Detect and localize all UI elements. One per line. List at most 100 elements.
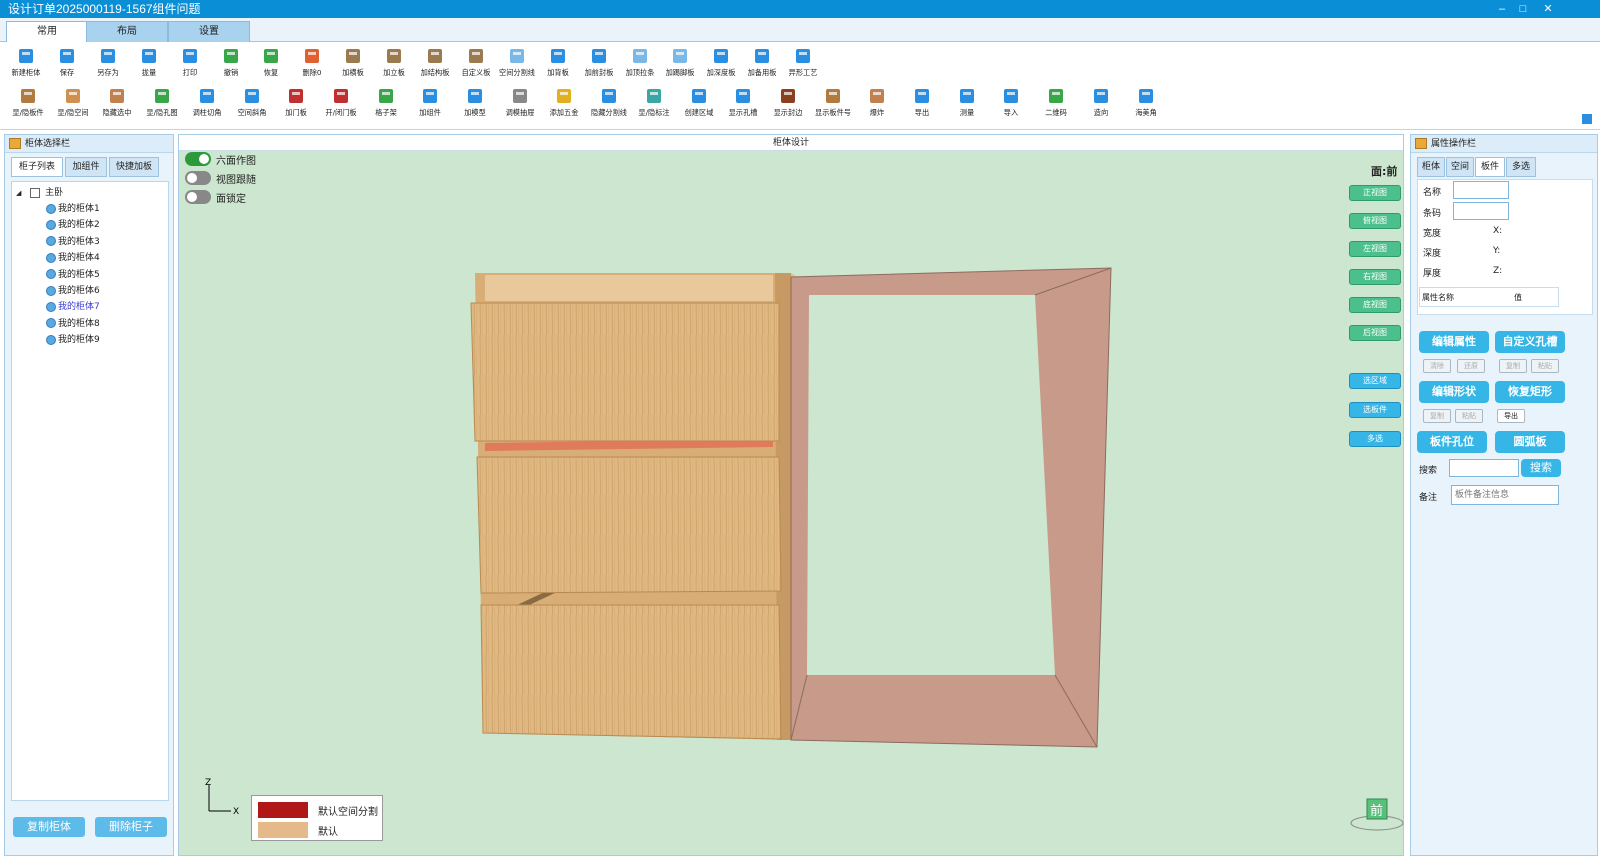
drawer-front-1[interactable] [470, 302, 780, 442]
tab-add-component[interactable]: 加组件 [65, 157, 107, 177]
tree-item-cabinet[interactable]: 我的柜体7 [46, 300, 100, 314]
toolbar-label: 显/隐空间 [57, 108, 89, 117]
search-button[interactable]: 搜索 [1521, 459, 1561, 477]
toolbar-button-create-area[interactable]: 创建区域 [676, 86, 722, 118]
toolbar-button-add-depth-board[interactable]: 加深度板 [698, 46, 744, 78]
cabinet-3d-model[interactable]: Z X 前 [179, 135, 1405, 857]
code-input[interactable] [1453, 202, 1509, 220]
maximize-button[interactable]: □ [1513, 0, 1533, 18]
paste-shape-button[interactable]: 粘贴 [1455, 409, 1483, 423]
tab-cabinet[interactable]: 柜体 [1417, 157, 1445, 177]
tab-cabinet-list[interactable]: 柜子列表 [11, 157, 63, 177]
toolbar-button-add-component[interactable]: 加组件 [407, 86, 453, 118]
custom-hole-slot-button[interactable]: 自定义孔槽 [1495, 331, 1565, 353]
search-input[interactable] [1449, 459, 1519, 477]
toolbar-button-measure[interactable]: 测量 [944, 86, 990, 118]
copy-attr-button[interactable]: 复制 [1499, 359, 1527, 373]
toolbar-button-save-as[interactable]: 另存为 [85, 46, 131, 78]
export-shape-button[interactable]: 导出 [1497, 409, 1525, 423]
toolbar-button-show-slot[interactable]: 显示孔槽 [720, 86, 766, 118]
toolbar-button-toggle-board[interactable]: 显/隐板件 [5, 86, 51, 118]
edit-attribute-button[interactable]: 编辑属性 [1419, 331, 1489, 353]
restore-rectangle-button[interactable]: 恢复矩形 [1495, 381, 1565, 403]
toolbar-button-qrcode-cloud[interactable]: 二维码 [1033, 86, 1079, 118]
tab-multi[interactable]: 多选 [1506, 157, 1536, 177]
toolbar-button-export[interactable]: 导出 [899, 86, 945, 118]
tree-item-cabinet[interactable]: 我的柜体6 [46, 284, 100, 298]
toolbar-button-add-vertical-board[interactable]: 加立板 [371, 46, 417, 78]
collapse-triangle-icon[interactable]: ◢ [16, 189, 21, 197]
tab-layout[interactable]: 布局 [86, 21, 168, 42]
cabinet-design-viewport[interactable]: 柜体设计 六面作图 视图跟随 面锁定 面:前 正视图 俯视图 左视图 右视图 底… [178, 134, 1404, 856]
tree-item-cabinet[interactable]: 我的柜体2 [46, 218, 100, 232]
tab-space[interactable]: 空间 [1446, 157, 1474, 177]
toolbar-button-hide-divider[interactable]: 隐藏分割线 [586, 86, 632, 118]
toolbar-button-add-top-strip[interactable]: 加顶拉条 [617, 46, 663, 78]
toolbar-button-add-back-board[interactable]: 加背板 [535, 46, 581, 78]
toolbar-button-add-structure-board[interactable]: 加结构板 [412, 46, 458, 78]
tab-board[interactable]: 板件 [1475, 157, 1505, 177]
tree-item-cabinet[interactable]: 我的柜体1 [46, 202, 100, 216]
toolbar-button-add-horizontal-board[interactable]: 加横板 [330, 46, 376, 78]
toggle-board-icon [5, 86, 51, 106]
toolbar-button-board-number[interactable]: 显示板件号 [810, 86, 856, 118]
toolbar-button-corner[interactable]: 海美角 [1123, 86, 1169, 118]
drawer-icon [497, 86, 543, 106]
toolbar-button-redo[interactable]: 恢复 [248, 46, 294, 78]
toolbar-button-toggle-space[interactable]: 显/隐空间 [50, 86, 96, 118]
toolbar-button-new-cabinet[interactable]: 新建柜体 [3, 46, 49, 78]
copy-cabinet-button[interactable]: 复制柜体 [13, 817, 85, 837]
tree-item-cabinet[interactable]: 我的柜体5 [46, 268, 100, 282]
toolbar-button-toggle-dimension[interactable]: 显/隐标注 [631, 86, 677, 118]
toolbar-button-add-spare-board[interactable]: 加备用板 [739, 46, 785, 78]
toolbar-button-add-door[interactable]: 加门板 [273, 86, 319, 118]
drawer-front-3[interactable] [480, 604, 782, 740]
note-input[interactable] [1451, 485, 1559, 505]
name-input[interactable] [1453, 181, 1509, 199]
tree-root[interactable]: ◢ 主卧 [16, 186, 63, 200]
tree-item-cabinet[interactable]: 我的柜体9 [46, 333, 100, 347]
arc-board-button[interactable]: 圆弧板 [1495, 431, 1565, 453]
toolbar-button-orientation[interactable]: 造向 [1078, 86, 1124, 118]
toolbar-button-show-edge[interactable]: 显示封边 [765, 86, 811, 118]
minimize-button[interactable]: – [1492, 0, 1512, 18]
toolbar-button-print[interactable]: 打印 [167, 46, 213, 78]
toolbar-button-custom-board[interactable]: 自定义板 [453, 46, 499, 78]
toolbar-button-column-cut[interactable]: 调柱切角 [184, 86, 230, 118]
clear-button[interactable]: 清除 [1423, 359, 1451, 373]
toolbar-button-save[interactable]: 保存 [44, 46, 90, 78]
edit-shape-button[interactable]: 编辑形状 [1419, 381, 1489, 403]
delete-cabinet-button[interactable]: 删除柜子 [95, 817, 167, 837]
close-button[interactable]: ✕ [1538, 0, 1558, 18]
toolbar-button-hide-selected[interactable]: 隐藏选中 [94, 86, 140, 118]
toolbar-button-explode[interactable]: 爆炸 [854, 86, 900, 118]
copy-shape-button[interactable]: 复制 [1423, 409, 1451, 423]
toolbar-button-add-model[interactable]: 加模型 [452, 86, 498, 118]
toolbar-button-import[interactable]: 导入 [988, 86, 1034, 118]
nav-cube-face-label[interactable]: 前 [1370, 803, 1383, 819]
toolbar-button-special-shape[interactable]: 异形工艺 [780, 46, 826, 78]
tree-item-cabinet[interactable]: 我的柜体3 [46, 235, 100, 249]
tab-quick-add-board[interactable]: 快捷加板 [109, 157, 159, 177]
tree-item-cabinet[interactable]: 我的柜体4 [46, 251, 100, 265]
drawer-front-2[interactable] [476, 456, 782, 594]
toolbar-button-add-hardware[interactable]: 添加五金 [541, 86, 587, 118]
toolbar-button-undo[interactable]: 撤销 [208, 46, 254, 78]
restore-button[interactable]: 还原 [1457, 359, 1485, 373]
tree-item-cabinet[interactable]: 我的柜体8 [46, 317, 100, 331]
toolbar-button-open-close-door[interactable]: 开/闭门板 [318, 86, 364, 118]
toolbar-button-delete[interactable]: 删除0 [289, 46, 335, 78]
toolbar-button-space-bevel[interactable]: 空间斜角 [229, 86, 275, 118]
tab-common[interactable]: 常用 [6, 21, 88, 43]
toolbar-button-collect[interactable]: 拢量 [126, 46, 172, 78]
paste-attr-button[interactable]: 粘贴 [1531, 359, 1559, 373]
toolbar-button-add-kickboard[interactable]: 加踢脚板 [657, 46, 703, 78]
board-hole-position-button[interactable]: 板件孔位 [1417, 431, 1487, 453]
grid-menu-icon[interactable] [1582, 114, 1592, 124]
toolbar-button-drawer[interactable]: 调模抽屉 [497, 86, 543, 118]
toolbar-button-grid-rack[interactable]: 格子架 [363, 86, 409, 118]
tab-settings[interactable]: 设置 [168, 21, 250, 42]
toolbar-button-space-divider[interactable]: 空间分割线 [494, 46, 540, 78]
toolbar-button-toggle-hole[interactable]: 显/隐孔图 [139, 86, 185, 118]
toolbar-button-add-front-seal[interactable]: 加前封板 [576, 46, 622, 78]
